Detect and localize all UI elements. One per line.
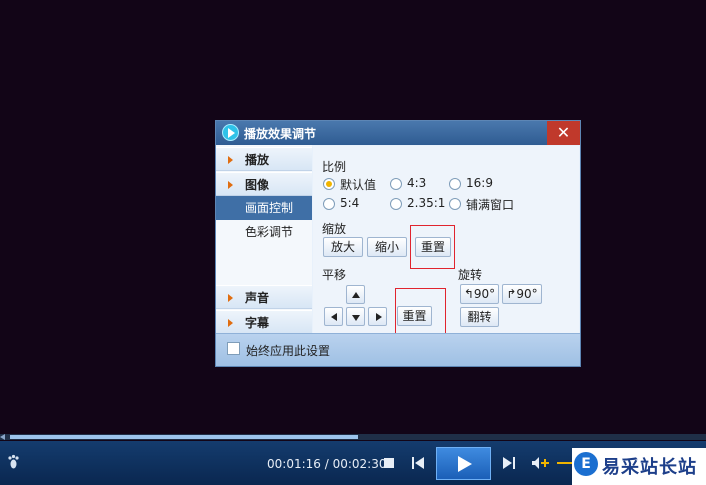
seek-bar[interactable] <box>0 434 706 440</box>
sidebar-item-picture-control[interactable]: 画面控制 <box>216 196 312 220</box>
zoom-heading: 缩放 <box>322 222 347 236</box>
rotate-left-button[interactable]: ↰90° <box>460 284 499 304</box>
zoom-out-button[interactable]: 缩小 <box>367 237 407 257</box>
dialog-titlebar[interactable]: 播放效果调节 ✕ <box>216 121 580 145</box>
ratio-radio-default[interactable] <box>323 178 335 190</box>
ratio-heading: 比例 <box>322 160 347 174</box>
footprint-icon[interactable] <box>7 454 21 470</box>
seek-bar-fill <box>10 435 358 439</box>
expand-arrow-icon <box>228 294 233 302</box>
ratio-radio-5-4[interactable] <box>323 198 335 210</box>
volume-slider[interactable] <box>557 462 572 464</box>
arrow-left-icon <box>330 312 337 321</box>
ratio-radio-4-3[interactable] <box>390 178 402 190</box>
volume-button[interactable] <box>531 456 551 470</box>
sidebar-item-label: 图像 <box>245 178 270 192</box>
arrow-right-icon <box>375 312 382 321</box>
ratio-label-2-35-1: 2.35:1 <box>407 196 446 210</box>
sidebar-item-label: 字幕 <box>245 316 270 330</box>
sidebar-item-subtitle[interactable]: 字幕 <box>216 310 312 334</box>
settings-panel: 比例 默认值 4:3 16:9 5:4 2.35:1 铺满窗口 缩放 放大 缩小… <box>313 146 579 345</box>
ratio-label-4-3: 4:3 <box>407 176 427 190</box>
previous-button[interactable] <box>411 456 425 470</box>
sidebar-item-label: 色彩调节 <box>245 225 294 239</box>
close-icon: ✕ <box>556 123 571 142</box>
pan-up-button[interactable] <box>346 285 365 304</box>
sidebar-item-label: 画面控制 <box>245 201 294 215</box>
always-apply-label: 始终应用此设置 <box>246 344 331 358</box>
app-logo-icon <box>222 124 239 141</box>
watermark: 易采站长站 <box>572 448 706 485</box>
previous-icon <box>412 457 414 469</box>
rotate-right-button[interactable]: ↱90° <box>502 284 542 304</box>
pan-right-button[interactable] <box>368 307 387 326</box>
stop-button[interactable] <box>384 458 394 468</box>
sidebar-item-audio[interactable]: 声音 <box>216 285 312 309</box>
sidebar-item-image[interactable]: 图像 <box>216 172 312 196</box>
pan-down-button[interactable] <box>346 307 365 326</box>
expand-arrow-icon <box>228 181 233 189</box>
dialog-title: 播放效果调节 <box>244 127 317 141</box>
ratio-label-16-9: 16:9 <box>466 176 493 190</box>
highlight-box <box>410 225 455 269</box>
dialog-footer: 始终应用此设置 <box>216 333 580 366</box>
rotate-heading: 旋转 <box>458 268 483 282</box>
flip-button[interactable]: 翻转 <box>460 307 499 327</box>
zoom-in-button[interactable]: 放大 <box>323 237 363 257</box>
play-button[interactable] <box>436 447 491 480</box>
time-display: 00:01:16 / 00:02:30 <box>267 457 387 471</box>
always-apply-checkbox[interactable] <box>227 342 240 355</box>
ratio-label-default: 默认值 <box>340 178 377 192</box>
arrow-up-icon <box>351 291 360 298</box>
pan-left-button[interactable] <box>324 307 343 326</box>
ratio-radio-16-9[interactable] <box>449 178 461 190</box>
ratio-radio-2-35-1[interactable] <box>390 198 402 210</box>
ratio-label-5-4: 5:4 <box>340 196 360 210</box>
close-button[interactable]: ✕ <box>547 121 580 145</box>
sidebar-item-label: 播放 <box>245 153 270 167</box>
watermark-text: 易采站长站 <box>602 457 697 478</box>
seek-start-marker-icon <box>0 434 5 440</box>
pan-heading: 平移 <box>322 268 347 282</box>
next-icon <box>503 457 512 469</box>
ratio-label-fill-window: 铺满窗口 <box>466 198 515 212</box>
sidebar-item-color-adjust[interactable]: 色彩调节 <box>216 220 312 244</box>
expand-arrow-icon <box>228 319 233 327</box>
sidebar-item-play[interactable]: 播放 <box>216 147 312 171</box>
sidebar-item-label: 声音 <box>245 291 270 305</box>
watermark-logo-icon <box>574 452 598 476</box>
playback-effect-dialog: 播放效果调节 ✕ 播放 图像 画面控制 色彩调节 声音 字幕 比例 默认值 4:… <box>215 120 581 367</box>
ratio-radio-fill-window[interactable] <box>449 198 461 210</box>
expand-arrow-icon <box>228 156 233 164</box>
arrow-down-icon <box>351 314 360 321</box>
next-button[interactable] <box>502 456 516 470</box>
sidebar: 播放 图像 画面控制 色彩调节 声音 字幕 <box>216 145 312 335</box>
speaker-icon <box>532 457 539 469</box>
